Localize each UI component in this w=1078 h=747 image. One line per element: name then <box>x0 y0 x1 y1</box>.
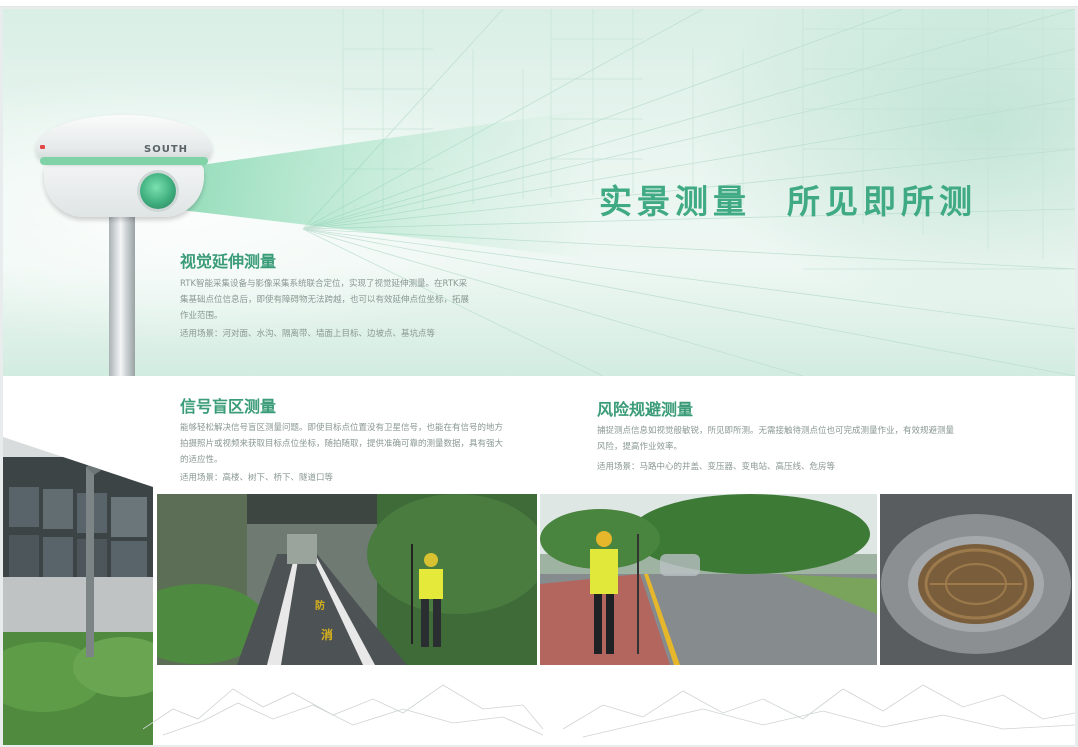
section-scene-visual-extension: 适用场景：河对面、水沟、隔离带、墙面上目标、边坡点、基坑点等 <box>180 329 436 339</box>
road-marking-char-1: 防 <box>315 599 325 612</box>
receiver-body <box>44 163 204 217</box>
camera-beam <box>173 109 593 259</box>
rtk-receiver-image: SOUTH <box>36 115 212 219</box>
survey-pole <box>109 205 135 376</box>
receiver-band <box>40 157 208 165</box>
poster-page: SOUTH 实景测量 所见即所测 视觉延伸测量 RTK智能采集设备与影像采集系统联… <box>3 9 1075 745</box>
mountain-sketch-decoration <box>143 684 1075 738</box>
hero-slogan: 实景测量 所见即所测 <box>599 175 977 223</box>
photo-building-streetlamp <box>3 427 153 745</box>
section-desc-visual-extension: RTK智能采集设备与影像采集系统联合定位，实现了视觉延伸测量。在RTK采集基础点… <box>180 279 470 321</box>
section-title-visual-extension: 视觉延伸测量 <box>180 252 277 271</box>
section-scene-signal-blind: 适用场景：高楼、树下、桥下、隧道口等 <box>180 473 334 483</box>
window-top-bar <box>0 0 1078 7</box>
slogan-part2: 所见即所测 <box>787 182 977 221</box>
section-title-risk-avoid: 风险规避测量 <box>597 400 694 419</box>
photo-manhole-cover <box>880 494 1072 665</box>
photo-underpass-surveyor: 防 消 <box>157 494 537 665</box>
hero-banner: SOUTH 实景测量 所见即所测 视觉延伸测量 RTK智能采集设备与影像采集系统联… <box>3 9 1075 376</box>
camera-lens-icon <box>140 173 176 209</box>
device-brand-label: SOUTH <box>144 144 189 155</box>
section-desc-signal-blind: 能够轻松解决信号盲区测量问题。即使目标点位置没有卫星信号，也能在有信号的地方拍摄… <box>180 423 504 465</box>
power-led-icon <box>40 145 45 149</box>
section-title-signal-blind: 信号盲区测量 <box>180 397 277 416</box>
road-marking-char-0: 消 <box>321 627 333 642</box>
receiver-cap <box>36 115 212 163</box>
section-desc-risk-avoid: 捕捉测点信息如视觉般敏锐，所见即所测。无需接触待测点位也可完成测量作业，有效规避… <box>597 426 955 452</box>
photo-roadside-surveyor <box>540 494 877 665</box>
section-scene-risk-avoid: 适用场景：马路中心的井盖、变压器、变电站、高压线、危房等 <box>597 462 836 472</box>
slogan-part1: 实景测量 <box>599 182 751 221</box>
